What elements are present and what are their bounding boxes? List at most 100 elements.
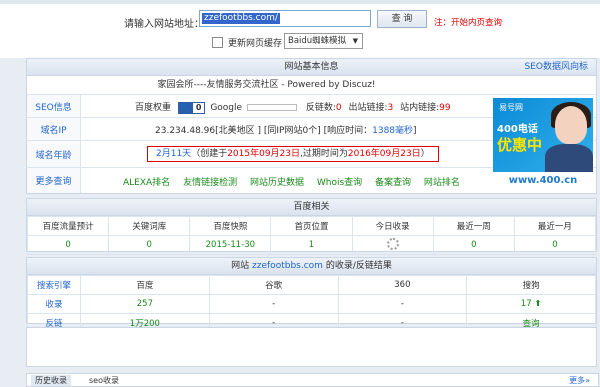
- col-engine: 搜索引擎: [27, 275, 81, 295]
- baidu-weight-label: 百度权重: [135, 103, 172, 113]
- index-title-prefix: 网站: [231, 261, 250, 271]
- table-row: 收录 257 - - 17 ⬆: [27, 294, 596, 314]
- row-label-indexed: 收录: [27, 294, 81, 314]
- age-value: 2月11天: [156, 149, 192, 159]
- index-title-domain[interactable]: zzefootbbs.com: [252, 261, 323, 271]
- age-box: 2月11天（创建于2015年09月23日,过期时间为2016年09月23日）: [147, 146, 439, 162]
- col-traffic: 百度流量预计: [26, 216, 110, 236]
- google-rank-bar: [246, 104, 297, 111]
- same-ip-link[interactable]: [同IP网站0个]: [264, 126, 321, 136]
- friend-link-check[interactable]: 友情链接检测: [183, 178, 237, 188]
- google-indexed: -: [208, 294, 339, 314]
- col-home-position: 首页位置: [270, 216, 353, 236]
- seo-values: 百度权重 🐾 0 Google 反链数:0 出站链接:3 站内链接:99: [135, 100, 451, 114]
- col-last-month: 最近一月: [513, 216, 597, 236]
- response-label: [响应时间：: [323, 126, 373, 136]
- whois-link[interactable]: Whois查询: [317, 178, 362, 188]
- baidu-table: 百度流量预计 关键词库 百度快照 首页位置 今日收录 最近一周 最近一月 0 0…: [26, 216, 597, 255]
- index-header-row: 搜索引擎 百度 谷歌 360 搜狗: [27, 275, 596, 295]
- site-rank-link[interactable]: 网站排名: [424, 178, 460, 188]
- baidu-header: 百度相关: [27, 199, 596, 216]
- response-value: 1388毫秒: [372, 126, 414, 136]
- more-links: ALEXA排名 友情链接检测 网站历史数据 Whois查询 备案查询 网站排名: [123, 175, 460, 188]
- seo-trend-link[interactable]: SEO数据风向标: [525, 59, 588, 75]
- ip-label: 域名IP: [27, 118, 81, 140]
- col-360: 360: [337, 275, 468, 295]
- engine-select[interactable]: Baidu蜘蛛模拟 ▼: [284, 33, 363, 49]
- expire-date: 2016年09月23日: [347, 149, 421, 159]
- col-keywords: 关键词库: [108, 216, 191, 236]
- expire-prefix: ,过期时间为: [300, 149, 348, 159]
- col-today-index: 今日收录: [351, 216, 434, 236]
- more-link[interactable]: 更多»: [569, 375, 590, 386]
- baidu-panel: 百度相关 百度流量预计 关键词库 百度快照 首页位置 今日收录 最近一周 最近一…: [26, 198, 597, 255]
- last-month-value: 0: [513, 235, 597, 255]
- ip-value: 23.234.48.96[北美地区 ]: [155, 126, 262, 136]
- backlinks-label: 反链数:: [305, 103, 336, 113]
- query-note: 注：开始内页查询: [434, 18, 503, 28]
- tab-seo-index[interactable]: seo收录: [89, 375, 119, 386]
- 360-indexed: -: [337, 294, 468, 314]
- loading-icon: [386, 237, 399, 250]
- chevron-down-icon: ▼: [352, 37, 358, 45]
- backlinks-value: 0: [335, 103, 342, 113]
- ad-person-face: [555, 106, 587, 144]
- outlinks-value: 3: [387, 103, 394, 113]
- index-title-suffix: 的收录/反链结果: [325, 261, 392, 271]
- snapshot-value[interactable]: 2015-11-30: [189, 235, 272, 255]
- update-cache-label: 更新网页缓存: [228, 39, 283, 49]
- ad-brand: 易号网: [499, 103, 523, 112]
- col-sogou: 搜狗: [466, 275, 596, 295]
- site-title-row: 家园会所----友情服务交流社区 - Powered by Discuz!: [27, 76, 596, 95]
- empty-panel: [26, 327, 597, 367]
- inlinks-label: 站内链接:: [400, 103, 440, 113]
- sogou-indexed-value: 17: [520, 299, 532, 309]
- baidu-indexed[interactable]: 257: [80, 294, 210, 314]
- baidu-header-row: 百度流量预计 关键词库 百度快照 首页位置 今日收录 最近一周 最近一月: [26, 216, 597, 236]
- sogou-indexed[interactable]: 17 ⬆: [466, 294, 596, 314]
- url-input-value: zzefootbbs.com/: [202, 13, 280, 24]
- ad-phone: 400电话: [497, 124, 538, 135]
- history-link[interactable]: 网站历史数据: [250, 178, 304, 188]
- ad-slogan: 优惠中: [497, 136, 543, 154]
- engine-select-value: Baidu蜘蛛模拟: [288, 36, 347, 46]
- index-panel: 网站 zzefootbbs.com 的收录/反链结果 搜索引擎 百度 谷歌 36…: [26, 257, 597, 333]
- baidu-weight-value: 0: [195, 102, 202, 112]
- alexa-link[interactable]: ALEXA排名: [123, 178, 170, 188]
- site-title: 家园会所----友情服务交流社区 - Powered by Discuz!: [157, 80, 376, 90]
- ip-values: 23.234.48.96[北美地区 ] [同IP网站0个] [响应时间：1388…: [155, 123, 417, 136]
- tab-history-index[interactable]: 历史收录: [31, 375, 71, 386]
- seo-label: SEO信息: [27, 95, 81, 117]
- col-baidu: 百度: [80, 275, 210, 295]
- index-header: 网站 zzefootbbs.com 的收录/反链结果: [27, 258, 596, 275]
- traffic-value: 0: [26, 235, 110, 255]
- col-google: 谷歌: [208, 275, 339, 295]
- bottom-tabs: 历史收录 seo收录 更多»: [26, 373, 599, 387]
- keywords-value: 0: [108, 235, 191, 255]
- ad-url: www.400.cn: [493, 172, 593, 190]
- created-date: 2015年09月23日: [227, 149, 301, 159]
- home-position-value: 1: [270, 235, 353, 255]
- update-cache-checkbox[interactable]: [212, 37, 223, 48]
- basic-info-header: 网站基本信息 SEO数据风向标: [27, 59, 596, 76]
- query-button[interactable]: 查 询: [377, 10, 427, 28]
- basic-info-title: 网站基本信息: [284, 62, 339, 72]
- more-label: 更多查询: [27, 168, 81, 193]
- paw-icon: 🐾: [178, 102, 193, 113]
- baidu-weight-badge[interactable]: 🐾 0: [177, 101, 206, 114]
- outlinks-label: 出站链接:: [348, 103, 388, 113]
- top-stripe: [0, 0, 600, 4]
- baidu-value-row: 0 0 2015-11-30 1 0 0: [26, 235, 597, 255]
- ad-banner[interactable]: 易号网 400电话 优惠中 www.400.cn: [493, 98, 593, 190]
- beian-link[interactable]: 备案查询: [375, 178, 411, 188]
- response-end: ]: [413, 126, 417, 136]
- age-label: 域名年龄: [27, 141, 81, 167]
- up-arrow-icon: ⬆: [534, 299, 542, 309]
- inlinks-value: 99: [439, 103, 451, 113]
- search-bar: 请输入网站地址： zzefootbbs.com/ 查 询 注：开始内页查询 更新…: [0, 0, 600, 58]
- index-table: 搜索引擎 百度 谷歌 360 搜狗 收录 257 - - 17 ⬆ 反链 1万2…: [27, 275, 596, 333]
- col-snapshot: 百度快照: [189, 216, 272, 236]
- url-input[interactable]: zzefootbbs.com/: [199, 10, 371, 27]
- age-suffix: ）: [420, 149, 430, 159]
- google-label: Google: [210, 103, 243, 113]
